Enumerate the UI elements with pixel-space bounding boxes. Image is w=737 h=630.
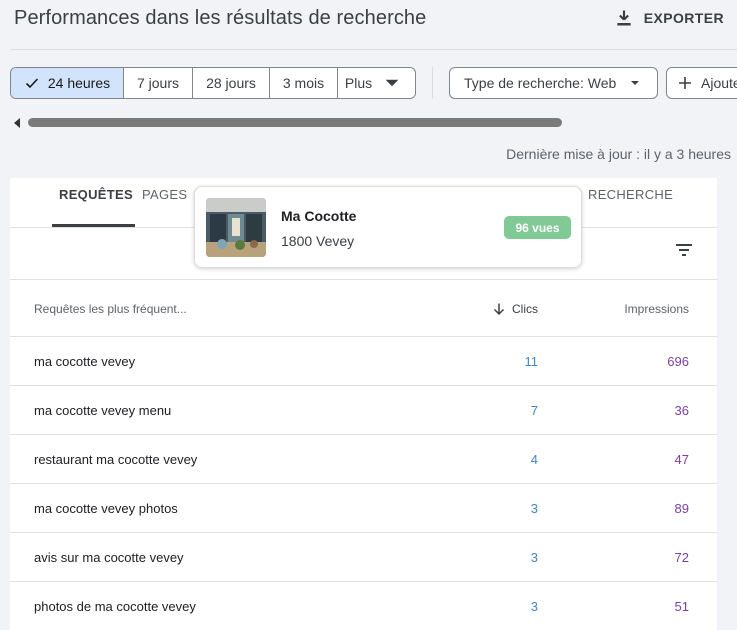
period-28d[interactable]: 28 jours [193,68,270,98]
column-header-clicks[interactable]: Clics [492,302,538,316]
clicks-cell: 3 [530,599,538,614]
column-header-impressions[interactable]: Impressions [624,302,689,316]
export-label: EXPORTER [643,10,724,26]
query-cell: ma cocotte vevey photos [34,501,178,516]
clicks-cell: 4 [530,452,538,467]
period-selector: 24 heures 7 jours 28 jours 3 mois Plus [10,67,416,99]
page: Performances dans les résultats de reche… [0,0,737,630]
header-divider [10,49,737,50]
add-filter-chip[interactable]: Ajoute [666,67,737,99]
check-icon [25,78,38,89]
clicks-cell: 3 [530,550,538,565]
scroll-left-arrow[interactable] [14,118,20,128]
page-title: Performances dans les résultats de reche… [14,7,427,29]
horizontal-scrollbar[interactable] [28,118,562,127]
table-header: Requêtes les plus fréquent... Clics Impr… [10,280,717,337]
filter-bar: 24 heures 7 jours 28 jours 3 mois Plus T… [10,67,737,99]
table-row[interactable]: restaurant ma cocotte vevey 4 47 [10,435,717,484]
period-more[interactable]: Plus [338,68,415,98]
business-address: 1800 Vevey [281,233,355,249]
period-3m[interactable]: 3 mois [270,68,338,98]
business-name: Ma Cocotte [281,208,357,224]
impressions-cell: 89 [674,501,689,516]
query-cell: restaurant ma cocotte vevey [34,452,198,467]
download-icon [617,10,631,26]
impressions-cell: 51 [674,599,689,614]
business-popup[interactable]: Ma Cocotte 1800 Vevey 96 vues [194,186,582,268]
table-row[interactable]: ma cocotte vevey photos 3 89 [10,484,717,533]
impressions-cell: 36 [674,403,689,418]
query-cell: ma cocotte vevey menu [34,403,172,418]
tab-queries[interactable]: REQUÊTES [59,187,133,202]
period-24h[interactable]: 24 heures [11,68,124,98]
table-body: ma cocotte vevey 11 696 ma cocotte vevey… [10,337,717,630]
tab-pages[interactable]: PAGES [142,187,187,202]
active-tab-indicator [52,224,135,227]
arrow-down-icon [493,303,505,316]
caret-down-icon [631,81,640,85]
business-photo [206,198,266,257]
plus-icon [679,77,691,89]
impressions-cell: 696 [667,354,689,369]
search-type-chip[interactable]: Type de recherche: Web [449,67,658,99]
queries-card: REQUÊTES PAGES RECHERCHE Ma Cocotte 1800… [10,178,717,630]
query-cell: ma cocotte vevey [34,354,136,369]
period-7d[interactable]: 7 jours [124,68,193,98]
clicks-cell: 11 [524,354,539,369]
table-row[interactable]: photos de ma cocotte vevey 3 51 [10,582,717,630]
table-row[interactable]: ma cocotte vevey 11 696 [10,337,717,386]
filter-divider [432,67,433,99]
table-row[interactable]: avis sur ma cocotte vevey 3 72 [10,533,717,582]
clicks-cell: 3 [530,501,538,516]
caret-down-icon [385,79,399,87]
export-button[interactable]: EXPORTER [614,8,724,28]
tab-search[interactable]: RECHERCHE [588,187,673,202]
views-badge: 96 vues [504,216,571,239]
column-header-query[interactable]: Requêtes les plus fréquent... [34,302,187,316]
impressions-cell: 72 [674,550,689,565]
table-row[interactable]: ma cocotte vevey menu 7 36 [10,386,717,435]
clicks-cell: 7 [530,403,538,418]
query-cell: photos de ma cocotte vevey [34,599,196,614]
filter-icon[interactable] [675,241,693,259]
query-cell: avis sur ma cocotte vevey [34,550,184,565]
impressions-cell: 47 [674,452,689,467]
last-update-text: Dernière mise à jour : il y a 3 heures [506,146,731,162]
